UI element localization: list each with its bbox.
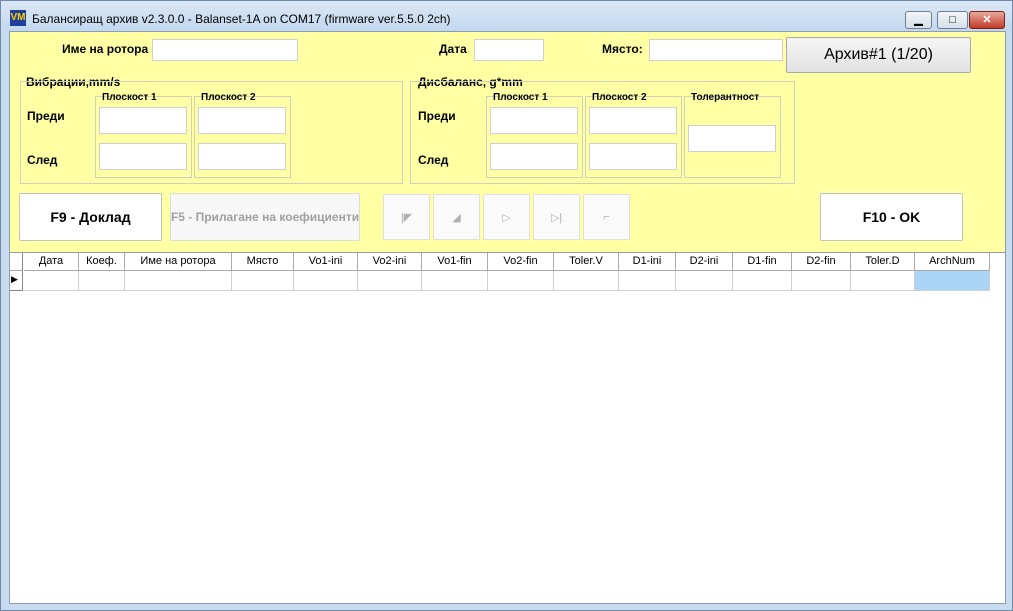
vibration-plane2-after-field[interactable] (198, 143, 286, 170)
column-header[interactable]: Коеф. (79, 253, 125, 271)
vibration-before-label: Преди (27, 109, 65, 123)
apply-coefficients-button[interactable]: F5 - Прилагане на коефициенти (170, 193, 360, 241)
prev-record-button[interactable]: ◢ (433, 194, 480, 240)
vibration-plane1-after-field[interactable] (99, 143, 187, 170)
imbalance-plane2-label: Плоскост 2 (592, 92, 647, 103)
vibration-plane2-before-field[interactable] (198, 107, 286, 134)
place-input[interactable] (649, 39, 783, 61)
table-cell[interactable] (792, 271, 851, 291)
vibration-plane1-before-field[interactable] (99, 107, 187, 134)
date-label: Дата (439, 42, 467, 56)
maximize-icon: □ (949, 14, 956, 26)
rotor-name-label: Име на ротора (62, 42, 149, 56)
table-cell[interactable] (676, 271, 733, 291)
prev-record-icon: ◢ (452, 211, 461, 224)
column-header[interactable]: D2-ini (676, 253, 733, 271)
imbalance-plane2-after-field[interactable] (589, 143, 677, 170)
ok-button[interactable]: F10 - OK (820, 193, 963, 241)
report-button[interactable]: F9 - Доклад (19, 193, 162, 241)
close-icon: ✕ (982, 14, 992, 26)
tolerance-field[interactable] (688, 125, 776, 152)
column-header[interactable]: Toler.D (851, 253, 915, 271)
app-logo-icon: VM (10, 10, 26, 26)
title-bar[interactable]: VM Балансиращ архив v2.3.0.0 - Balanset-… (1, 1, 1012, 31)
table-cell[interactable] (125, 271, 232, 291)
column-header[interactable]: Дата (24, 253, 79, 271)
column-header[interactable]: ArchNum (915, 253, 990, 271)
column-header[interactable]: Toler.V (554, 253, 619, 271)
table-cell[interactable] (24, 271, 79, 291)
column-header[interactable]: D2-fin (792, 253, 851, 271)
first-record-icon: |◤ (400, 211, 413, 224)
next-record-button[interactable]: ▷ (483, 194, 530, 240)
table-cell[interactable] (554, 271, 619, 291)
table-cell[interactable] (915, 271, 990, 291)
imbalance-plane2-before-field[interactable] (589, 107, 677, 134)
column-header[interactable]: Vo2-fin (488, 253, 554, 271)
maximize-button[interactable]: □ (937, 11, 968, 29)
table-cell[interactable] (619, 271, 676, 291)
tolerance-label: Толерантност (691, 92, 760, 103)
minimize-button[interactable]: ▁ (905, 11, 932, 29)
column-header[interactable]: Vo1-ini (294, 253, 358, 271)
last-record-button[interactable]: ▷| (533, 194, 580, 240)
close-button[interactable]: ✕ (969, 11, 1005, 29)
archive-button[interactable]: Архив#1 (1/20) (786, 37, 971, 73)
imbalance-after-label: След (418, 153, 449, 167)
table-cell[interactable] (422, 271, 488, 291)
imbalance-plane1-after-field[interactable] (490, 143, 578, 170)
minimize-icon: ▁ (914, 14, 923, 26)
table-cell[interactable] (232, 271, 294, 291)
vibration-plane2-label: Плоскост 2 (201, 92, 256, 103)
table-cell[interactable] (358, 271, 422, 291)
table-cell[interactable] (294, 271, 358, 291)
table-cell[interactable] (851, 271, 915, 291)
client-area: Име на ротора Дата Място: Архив#1 (1/20)… (9, 31, 1006, 604)
column-header[interactable]: D1-fin (733, 253, 792, 271)
imbalance-before-label: Преди (418, 109, 456, 123)
row-indicator[interactable]: ▶ (10, 271, 23, 291)
place-label: Място: (602, 42, 643, 56)
cancel-record-icon: ⌐ (603, 211, 610, 223)
window-title: Балансиращ архив v2.3.0.0 - Balanset-1A … (32, 12, 451, 26)
imbalance-plane1-label: Плоскост 1 (493, 92, 548, 103)
table-cell[interactable] (79, 271, 125, 291)
first-record-button[interactable]: |◤ (383, 194, 430, 240)
table-cell[interactable] (488, 271, 554, 291)
column-header[interactable]: Място (232, 253, 294, 271)
rotor-name-input[interactable] (152, 39, 298, 61)
next-record-icon: ▷ (502, 211, 511, 224)
column-header[interactable]: Vo1-fin (422, 253, 488, 271)
table-cell[interactable] (733, 271, 792, 291)
date-input[interactable] (474, 39, 544, 61)
vibration-after-label: След (27, 153, 58, 167)
column-header[interactable]: D1-ini (619, 253, 676, 271)
last-record-icon: ▷| (550, 211, 563, 224)
row-indicator-header (10, 253, 23, 271)
app-window: VM Балансиращ архив v2.3.0.0 - Balanset-… (0, 0, 1013, 611)
header-panel: Име на ротора Дата Място: Архив#1 (1/20)… (10, 32, 1005, 253)
imbalance-plane1-before-field[interactable] (490, 107, 578, 134)
row-pointer-icon: ▶ (11, 274, 18, 284)
column-header[interactable]: Име на ротора (125, 253, 232, 271)
vibration-plane1-label: Плоскост 1 (102, 92, 157, 103)
column-header[interactable]: Vo2-ini (358, 253, 422, 271)
cancel-record-button[interactable]: ⌐ (583, 194, 630, 240)
